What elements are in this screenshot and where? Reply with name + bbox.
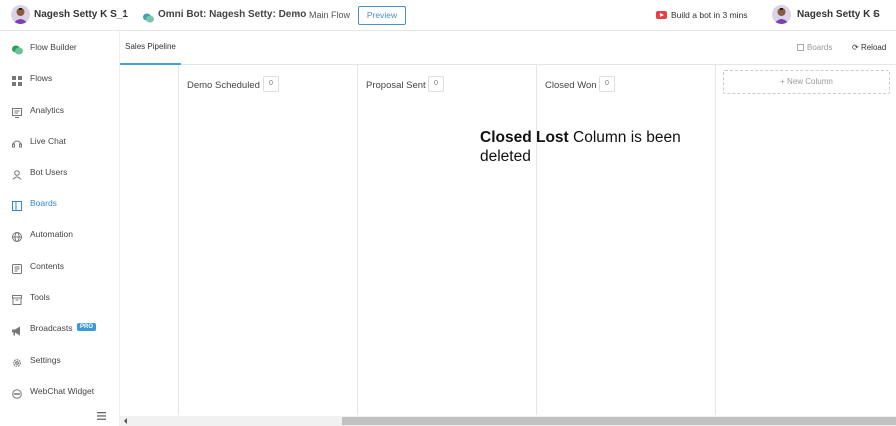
new-column-button[interactable]: + New Column: [723, 70, 890, 94]
reload-button[interactable]: ⟳ Reload: [852, 43, 886, 52]
contents-icon: [12, 261, 22, 274]
tab-sales-pipeline[interactable]: Sales Pipeline: [120, 31, 181, 65]
column-title[interactable]: Proposal Sent: [366, 80, 426, 91]
live-chat-icon: [12, 136, 22, 148]
chevron-right-icon: ›: [123, 8, 127, 20]
pro-badge: PRO: [77, 323, 97, 331]
board-column[interactable]: Proposal Sent 0: [358, 65, 537, 415]
chevron-down-icon[interactable]: [873, 13, 877, 16]
sidebar-item-flows[interactable]: Flows: [0, 69, 120, 89]
sidebar-item-label: Boards: [30, 198, 57, 208]
scroll-left-icon[interactable]: [124, 418, 127, 424]
sidebar-item-boards[interactable]: Boards: [0, 194, 120, 214]
main-area: Sales Pipeline Boards ⟳ Reload Demo Sche…: [120, 31, 896, 426]
user-icon: [12, 167, 22, 180]
column-count: 0: [599, 76, 615, 92]
sidebar-item-webchat-widget[interactable]: WebChat Widget: [0, 382, 120, 402]
boards-button[interactable]: Boards: [797, 43, 832, 52]
sidebar-item-label: Live Chat: [30, 136, 66, 146]
sidebar: Flow Builder Flows Analytics Live Chat B…: [0, 31, 120, 426]
flow-name[interactable]: Main Flow: [309, 10, 350, 20]
tab-bar: Sales Pipeline Boards ⟳ Reload: [120, 31, 896, 65]
grid-icon: [12, 73, 22, 86]
kanban-board: Demo Scheduled 0 Proposal Sent 0 Closed …: [120, 65, 896, 415]
chat-bubble-icon: [12, 386, 22, 399]
sidebar-item-label: Flow Builder: [30, 42, 77, 52]
column-count: 0: [428, 76, 444, 92]
reload-label: Reload: [860, 43, 887, 52]
menu-icon[interactable]: [97, 407, 106, 420]
boards-icon: [12, 198, 22, 211]
sidebar-item-label: Broadcasts: [30, 323, 73, 333]
sidebar-item-automation[interactable]: Automation: [0, 225, 120, 245]
sidebar-item-label: Analytics: [30, 105, 65, 115]
sidebar-item-tools[interactable]: Tools: [0, 288, 120, 308]
boards-label: Boards: [807, 43, 833, 52]
boards-icon: [797, 44, 804, 51]
deletion-note: Closed Lost Column is been deleted: [480, 128, 710, 166]
workspace-name[interactable]: Nagesh Setty K S_1: [34, 9, 128, 20]
sidebar-item-label: Tools: [30, 292, 50, 302]
column-title[interactable]: Demo Scheduled: [187, 80, 260, 91]
youtube-icon[interactable]: [656, 11, 667, 19]
scrollbar-thumb[interactable]: [342, 417, 896, 425]
bot-icon: [143, 10, 154, 28]
preview-button[interactable]: Preview: [358, 6, 406, 25]
sidebar-item-flow-builder[interactable]: Flow Builder: [0, 38, 120, 58]
user-name[interactable]: Nagesh Setty K S: [797, 9, 880, 20]
tools-icon: [12, 292, 22, 305]
sidebar-item-bot-users[interactable]: Bot Users: [0, 163, 120, 183]
deleted-column-name: Closed Lost: [480, 129, 569, 146]
column-title[interactable]: Closed Won: [545, 80, 597, 91]
bot-name[interactable]: Omni Bot: Nagesh Setty: Demo: [158, 9, 306, 20]
sidebar-item-analytics[interactable]: Analytics: [0, 101, 120, 121]
flow-builder-icon: [12, 42, 23, 55]
reload-icon: ⟳: [852, 43, 859, 52]
sidebar-item-label: Flows: [30, 73, 53, 83]
top-bar: Nagesh Setty K S_1 › Omni Bot: Nagesh Se…: [0, 0, 896, 31]
user-avatar[interactable]: [772, 5, 791, 24]
build-bot-link[interactable]: Build a bot in 3 mins: [671, 10, 748, 20]
sidebar-item-label: Contents: [30, 261, 65, 271]
chevron-right-icon: ›: [295, 8, 299, 20]
board-column[interactable]: Demo Scheduled 0: [179, 65, 358, 415]
megaphone-icon: [12, 323, 22, 336]
sidebar-item-label: Automation: [30, 229, 73, 239]
board-column[interactable]: Closed Won 0: [537, 65, 716, 415]
workspace-avatar[interactable]: [11, 5, 30, 24]
sidebar-item-label: Settings: [30, 355, 61, 365]
sidebar-item-broadcasts[interactable]: Broadcasts PRO: [0, 319, 120, 339]
sidebar-item-label: Bot Users: [30, 167, 68, 177]
horizontal-scrollbar[interactable]: [120, 416, 896, 426]
column-count: 0: [263, 76, 279, 92]
gear-icon: [12, 355, 22, 367]
sidebar-item-live-chat[interactable]: Live Chat: [0, 132, 120, 152]
board-gutter: [120, 65, 179, 415]
sidebar-item-contents[interactable]: Contents: [0, 257, 120, 277]
globe-icon: [12, 229, 22, 242]
sidebar-item-settings[interactable]: Settings: [0, 351, 120, 371]
analytics-icon: [12, 105, 22, 118]
sidebar-item-label: WebChat Widget: [30, 386, 95, 396]
